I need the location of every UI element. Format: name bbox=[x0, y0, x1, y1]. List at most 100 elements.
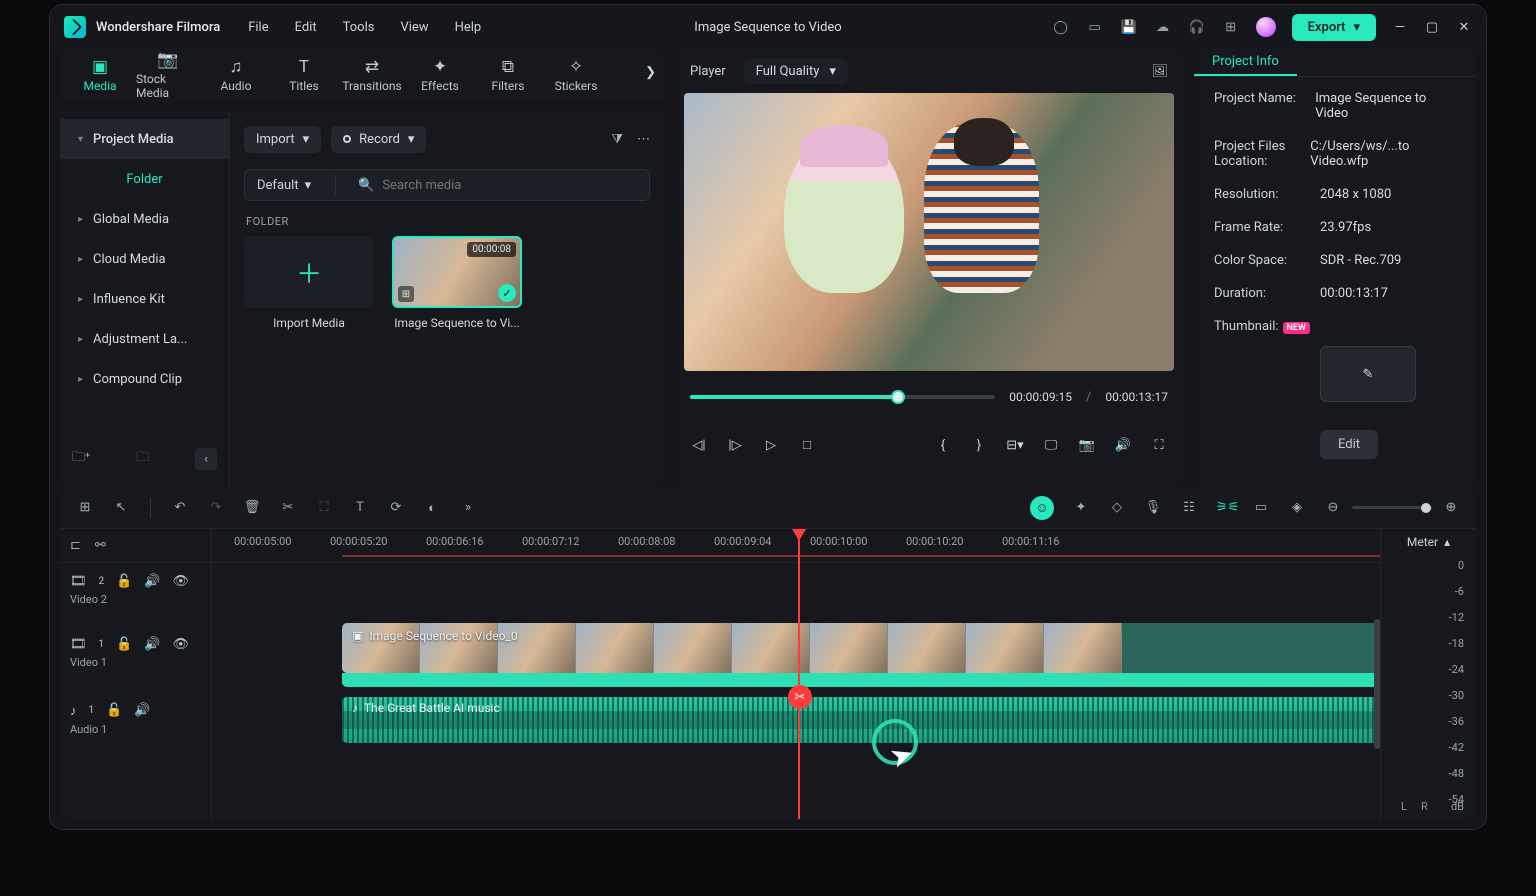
zoom-knob[interactable] bbox=[1421, 503, 1431, 513]
stop-button[interactable]: □ bbox=[798, 437, 816, 453]
minimize-button[interactable]: — bbox=[1392, 19, 1408, 35]
pointer-icon[interactable]: ↖ bbox=[112, 500, 130, 515]
tab-transitions[interactable]: ⇄Transitions bbox=[340, 50, 404, 100]
mute-icon[interactable]: 🔊 bbox=[144, 574, 160, 589]
redo-button[interactable]: ↷ bbox=[207, 500, 225, 515]
crop-button[interactable]: ⛶ bbox=[315, 500, 333, 515]
export-button[interactable]: Export ▾ bbox=[1292, 14, 1376, 41]
playhead[interactable] bbox=[798, 529, 800, 819]
new-folder-icon[interactable]: 🗀⁺ bbox=[72, 448, 90, 470]
sidebar-project-media[interactable]: ▾Project Media bbox=[60, 119, 229, 159]
more-tools-icon[interactable]: » bbox=[459, 500, 477, 515]
sidebar-folder[interactable]: Folder bbox=[60, 159, 229, 199]
tab-stock-media[interactable]: 📷Stock Media bbox=[136, 50, 200, 100]
split-button[interactable]: ✂ bbox=[279, 500, 297, 515]
ai-button[interactable]: ☺ bbox=[1030, 496, 1054, 520]
eye-icon[interactable]: 👁 bbox=[173, 637, 190, 652]
speed-button[interactable]: ⟳ bbox=[387, 500, 405, 515]
undo-button[interactable]: ↶ bbox=[171, 500, 189, 515]
edit-button[interactable]: Edit bbox=[1320, 430, 1378, 459]
mute-icon[interactable]: 🔊 bbox=[144, 637, 160, 652]
color-button[interactable]: ◐ bbox=[423, 500, 441, 516]
lock-icon[interactable]: 🔓 bbox=[116, 637, 132, 652]
menu-file[interactable]: File bbox=[248, 20, 268, 35]
tab-media[interactable]: ▣Media bbox=[68, 50, 132, 100]
video-clip[interactable]: ▣Image Sequence to Video_0 bbox=[342, 623, 1456, 673]
menu-tools[interactable]: Tools bbox=[343, 20, 375, 35]
ratio-icon[interactable]: ⊟▾ bbox=[1006, 438, 1024, 453]
progress-track[interactable] bbox=[690, 395, 995, 399]
search-input[interactable] bbox=[382, 178, 639, 193]
time-ruler[interactable]: 00:00:05:00 00:00:05:20 00:00:06:16 00:0… bbox=[212, 529, 1476, 563]
zoom-out-button[interactable]: ⊖ bbox=[1324, 500, 1342, 515]
sidebar-cloud-media[interactable]: ▸Cloud Media bbox=[60, 239, 229, 279]
media-clip-card[interactable]: 00:00:08 ⊞ ✓ Image Sequence to Vi... bbox=[392, 236, 522, 330]
thumbnail-preview[interactable]: ✎ bbox=[1320, 346, 1416, 402]
tabs-more-icon[interactable]: ❯ bbox=[645, 65, 656, 80]
menu-view[interactable]: View bbox=[400, 20, 428, 35]
meter-header[interactable]: Meter▴ bbox=[1381, 529, 1476, 555]
delete-button[interactable]: 🗑 bbox=[243, 500, 261, 515]
tab-stickers[interactable]: ✧Stickers bbox=[544, 50, 608, 100]
import-dropdown[interactable]: Import▾ bbox=[244, 126, 321, 153]
grid-icon[interactable]: ⊞ bbox=[76, 500, 94, 515]
lock-icon[interactable]: 🔓 bbox=[116, 574, 132, 589]
maximize-button[interactable]: ▢ bbox=[1424, 19, 1440, 35]
track-header-audio1[interactable]: ♪1🔓🔊 Audio 1 bbox=[60, 689, 211, 749]
snapshot-mode-icon[interactable]: 🖼 bbox=[1151, 64, 1168, 79]
split-indicator-icon[interactable]: ✂ bbox=[788, 685, 812, 709]
enhance-icon[interactable]: ✦ bbox=[1072, 500, 1090, 515]
menu-edit[interactable]: Edit bbox=[295, 20, 317, 35]
menu-help[interactable]: Help bbox=[455, 20, 482, 35]
eye-icon[interactable]: 👁 bbox=[173, 574, 190, 589]
sidebar-global-media[interactable]: ▸Global Media bbox=[60, 199, 229, 239]
keyframe-icon[interactable]: ◈ bbox=[1288, 500, 1306, 515]
more-icon[interactable]: ⋯ bbox=[637, 132, 650, 147]
tab-effects[interactable]: ✦Effects bbox=[408, 50, 472, 100]
mute-icon[interactable]: 🔊 bbox=[134, 703, 150, 718]
tracks-area[interactable]: 00:00:05:00 00:00:05:20 00:00:06:16 00:0… bbox=[212, 529, 1476, 819]
sidebar-influence-kit[interactable]: ▸Influence Kit bbox=[60, 279, 229, 319]
next-frame-button[interactable]: |▷ bbox=[726, 438, 744, 453]
mark-out-button[interactable]: } bbox=[970, 438, 988, 453]
prev-frame-button[interactable]: ◁| bbox=[690, 438, 708, 453]
render-icon[interactable]: ▭ bbox=[1252, 500, 1270, 515]
link-icon[interactable]: ⚯ bbox=[95, 538, 106, 553]
import-card[interactable]: ＋ Import Media bbox=[244, 236, 374, 330]
user-avatar[interactable] bbox=[1256, 17, 1276, 37]
lock-icon[interactable]: 🔓 bbox=[106, 703, 122, 718]
mixer-icon[interactable]: ☷ bbox=[1180, 500, 1198, 515]
auto-beat-icon[interactable]: ⚞⚟ bbox=[1216, 500, 1234, 515]
quality-select[interactable]: Full Quality▾ bbox=[744, 59, 848, 84]
tab-titles[interactable]: TTitles bbox=[272, 50, 336, 100]
support-icon[interactable]: 🎧 bbox=[1188, 18, 1206, 36]
filter-icon[interactable]: ⧩ bbox=[611, 132, 623, 147]
snapshot-button[interactable]: 📷 bbox=[1078, 438, 1096, 453]
text-button[interactable]: T bbox=[351, 500, 369, 515]
mark-in-button[interactable]: { bbox=[934, 438, 952, 453]
magnet-icon[interactable]: ⊏ bbox=[70, 538, 81, 553]
tab-project-info[interactable]: Project Info bbox=[1194, 49, 1297, 76]
record-status-icon[interactable]: ◯ bbox=[1052, 18, 1070, 36]
zoom-slider[interactable] bbox=[1352, 506, 1432, 509]
tab-audio[interactable]: ♫Audio bbox=[204, 50, 268, 100]
monitor-icon[interactable]: ▭ bbox=[1086, 18, 1104, 36]
record-dropdown[interactable]: Record▾ bbox=[331, 126, 426, 153]
display-icon[interactable]: 🖵 bbox=[1042, 438, 1060, 453]
collapse-sidebar-button[interactable]: ‹ bbox=[195, 448, 217, 470]
cloud-icon[interactable]: ☁ bbox=[1154, 18, 1172, 36]
fullscreen-button[interactable]: ⛶ bbox=[1150, 438, 1168, 453]
sidebar-adjustment-layer[interactable]: ▸Adjustment La... bbox=[60, 319, 229, 359]
sidebar-compound-clip[interactable]: ▸Compound Clip bbox=[60, 359, 229, 399]
marker-icon[interactable]: ◇ bbox=[1108, 500, 1126, 515]
apps-icon[interactable]: ⊞ bbox=[1222, 18, 1240, 36]
volume-button[interactable]: 🔊 bbox=[1114, 438, 1132, 453]
voiceover-icon[interactable]: 🎙 bbox=[1144, 500, 1162, 515]
folder-icon[interactable]: 🗀 bbox=[136, 448, 149, 470]
save-icon[interactable]: 💾 bbox=[1120, 18, 1138, 36]
video-clip-audio-strip[interactable] bbox=[342, 673, 1456, 687]
close-button[interactable]: ✕ bbox=[1456, 19, 1472, 35]
progress-knob[interactable] bbox=[891, 390, 905, 404]
sort-select[interactable]: Default▾ bbox=[245, 178, 323, 193]
track-header-video1[interactable]: 🎞1🔓🔊👁 Video 1 bbox=[60, 617, 211, 689]
